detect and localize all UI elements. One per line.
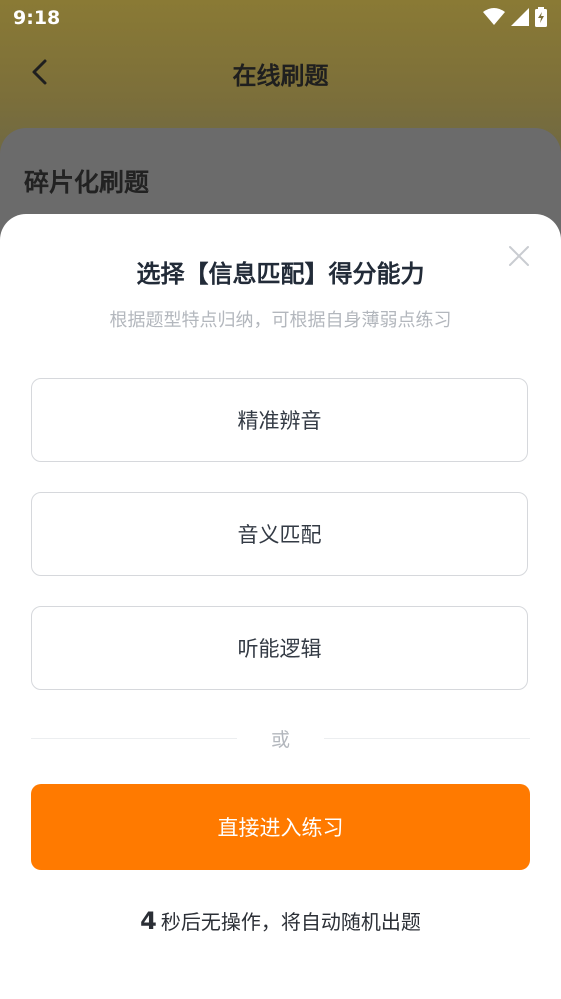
start-practice-button[interactable]: 直接进入练习 (31, 784, 530, 870)
status-icons (483, 7, 547, 27)
status-bar: 9:18 (0, 0, 561, 38)
countdown-text: 秒后无操作，将自动随机出题 (160, 910, 421, 934)
status-time: 9:18 (13, 7, 61, 29)
option-listening-logic[interactable]: 听能逻辑 (31, 606, 528, 690)
bottom-sheet: 选择【信息匹配】得分能力 根据题型特点归纳，可根据自身薄弱点练习 精准辨音 音义… (0, 214, 561, 999)
top-nav: 在线刷题 (0, 48, 561, 96)
page-title: 在线刷题 (232, 62, 329, 90)
countdown-notice: 4 秒后无操作，将自动随机出题 (0, 906, 561, 935)
countdown-seconds: 4 (140, 907, 157, 935)
section-title: 碎片化刷题 (24, 168, 150, 197)
wifi-icon (483, 8, 505, 25)
option-precise-sound[interactable]: 精准辨音 (31, 378, 528, 462)
or-divider: 或 (31, 724, 530, 752)
battery-icon (535, 7, 547, 27)
cellular-signal-icon (511, 8, 529, 26)
sheet-title: 选择【信息匹配】得分能力 (136, 260, 425, 288)
divider-text: 或 (270, 729, 290, 751)
option-sound-meaning-match[interactable]: 音义匹配 (31, 492, 528, 576)
sheet-subtitle: 根据题型特点归纳，可根据自身薄弱点练习 (109, 310, 452, 331)
